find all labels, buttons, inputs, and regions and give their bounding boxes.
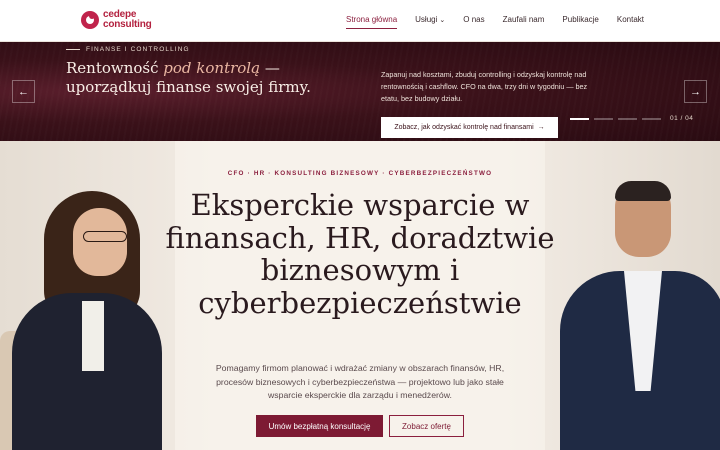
nav-link-clients[interactable]: Zaufali nam: [503, 15, 545, 29]
top-navigation: cedepe consulting Strona główna Usługi ⌄ …: [0, 0, 720, 42]
nav-link-services-label: Usługi: [415, 15, 438, 24]
glasses-shape: [83, 231, 127, 242]
slide-title: Rentowność pod kontrolą — uporządkuj fin…: [66, 59, 326, 96]
hero-slider: ← FINANSE I CONTROLLING Rentowność pod k…: [0, 42, 720, 141]
eyebrow-line: [66, 49, 80, 50]
slide-title-emphasis: pod kontrolą: [163, 59, 261, 77]
portrait-woman-image: [0, 141, 175, 450]
hero-title: Eksperckie wsparcie w finansach, HR, dor…: [165, 188, 555, 320]
logo[interactable]: cedepe consulting: [81, 10, 152, 30]
logo-mark-icon: [81, 11, 99, 29]
nav-link-contact[interactable]: Kontakt: [617, 15, 644, 29]
nav-link-home[interactable]: Strona główna: [346, 15, 398, 29]
slide-description: Zapanuj nad kosztami, zbuduj controlling…: [381, 70, 588, 103]
nav-links: Strona główna Usługi ⌄ O nas Zaufali nam …: [346, 15, 662, 29]
slider-prev-button[interactable]: ←: [12, 80, 35, 103]
slider-dot-4[interactable]: [642, 118, 661, 120]
chevron-down-icon: ⌄: [439, 17, 446, 24]
slide-eyebrow-text: FINANSE I CONTROLLING: [86, 46, 190, 53]
slide-counter: 01 / 04: [670, 115, 694, 122]
arrow-right-icon: →: [690, 85, 701, 98]
arrow-right-small-icon: →: [537, 124, 545, 131]
slider-next-button[interactable]: →: [684, 80, 707, 103]
slide-eyebrow: FINANSE I CONTROLLING: [66, 46, 190, 53]
slider-dot-3[interactable]: [618, 118, 637, 120]
slider-dots: [570, 118, 661, 120]
hero-description: Pomagamy firmom planować i wdrażać zmian…: [215, 363, 505, 400]
hero-section: CFO · HR · KONSULTING BIZNESOWY · CYBERB…: [0, 141, 720, 450]
hero-eyebrow: CFO · HR · KONSULTING BIZNESOWY · CYBERB…: [227, 170, 493, 177]
woman-shirt-shape: [82, 301, 104, 371]
woman-face-shape: [73, 208, 127, 276]
logo-line-2: consulting: [103, 19, 152, 30]
nav-link-services[interactable]: Usługi ⌄: [415, 15, 445, 29]
slide-cta-label: Zobacz, jak odzyskać kontrolę nad finans…: [394, 124, 534, 131]
slide-title-part1: Rentowność: [66, 59, 164, 77]
nav-link-publications[interactable]: Publikacje: [562, 15, 598, 29]
arrow-left-icon: ←: [18, 85, 29, 98]
book-consultation-button[interactable]: Umów bezpłatną konsultację: [256, 415, 383, 437]
slider-dot-1[interactable]: [570, 118, 589, 120]
see-offer-button[interactable]: Zobacz ofertę: [389, 415, 464, 437]
slide-cta-button[interactable]: Zobacz, jak odzyskać kontrolę nad finans…: [381, 117, 558, 138]
nav-link-about[interactable]: O nas: [463, 15, 484, 29]
slider-dot-2[interactable]: [594, 118, 613, 120]
logo-text: cedepe consulting: [103, 10, 152, 30]
man-hair-shape: [615, 181, 671, 201]
